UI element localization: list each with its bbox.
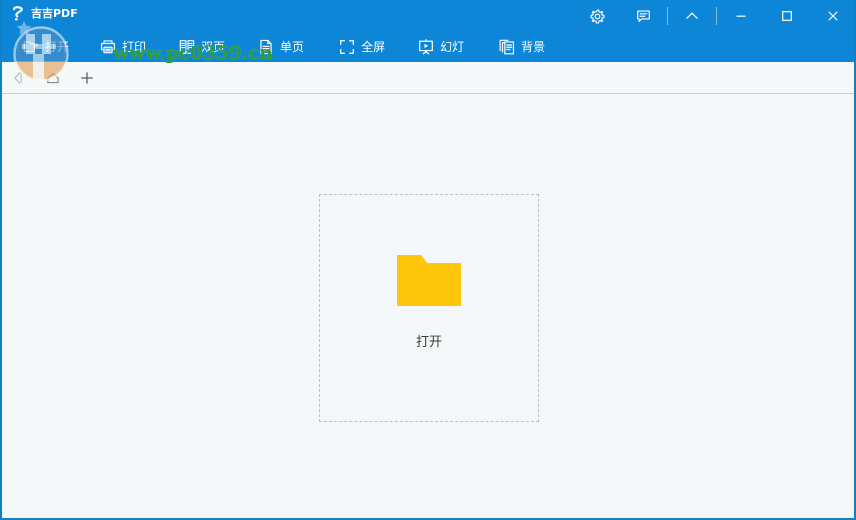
maximize-icon <box>782 11 792 21</box>
open-file-dropzone[interactable]: 打开 <box>319 194 539 422</box>
toolbar-item-dual-page[interactable]: 双页 <box>170 32 249 62</box>
one-page-icon <box>257 38 275 56</box>
toolbar-item-single-page-label: 单页 <box>280 40 305 54</box>
plus-icon <box>81 71 93 84</box>
two-page-icon <box>178 38 196 56</box>
toolbar-item-single-page[interactable]: 单页 <box>249 32 330 62</box>
toolbar-item-background[interactable]: 背景 <box>490 32 555 62</box>
toolbar-item-open-label: 打开 <box>45 40 70 54</box>
collapse-button[interactable] <box>669 0 715 32</box>
toolbar-item-slideshow-label: 幻灯 <box>440 40 465 54</box>
toolbar-item-print-label: 打印 <box>122 40 147 54</box>
minimize-icon <box>736 15 746 17</box>
close-icon <box>828 11 838 21</box>
window-controls-divider-2 <box>716 7 717 25</box>
toolbar-item-slideshow[interactable]: 幻灯 <box>409 32 490 62</box>
jiji-pdf-logo-icon <box>10 5 28 23</box>
brand: 吉吉PDF <box>10 4 78 24</box>
slideshow-icon <box>417 38 435 56</box>
back-button[interactable] <box>2 62 36 93</box>
main-toolbar: 打开 打印 双页 单页 全屏 幻灯 背景 <box>2 32 555 62</box>
home-icon <box>47 72 59 83</box>
window-title: 吉吉PDF <box>31 7 78 20</box>
background-layers-icon <box>498 38 516 56</box>
toolbar-item-print[interactable]: 打印 <box>91 32 170 62</box>
feedback-button[interactable] <box>620 0 666 32</box>
toolbar-item-fullscreen[interactable]: 全屏 <box>330 32 409 62</box>
toolbar-item-dual-page-label: 双页 <box>201 40 226 54</box>
toolbar-item-background-label: 背景 <box>521 40 546 54</box>
chevron-up-icon <box>686 12 698 19</box>
tab-navigation-bar <box>2 62 854 94</box>
home-button[interactable] <box>36 62 70 93</box>
maximize-button[interactable] <box>764 0 810 32</box>
window-controls-divider-1 <box>667 7 668 25</box>
chat-bubble-icon <box>636 9 650 22</box>
gear-icon <box>589 8 605 24</box>
back-arrow-icon <box>14 71 22 84</box>
minimize-button[interactable] <box>718 0 764 32</box>
document-workspace: 打开 <box>2 95 854 516</box>
toolbar-item-open[interactable]: 打开 <box>2 32 91 62</box>
app-window: 吉吉PDF 打开 打印 双页 单页 全屏 幻灯 背景 打开 www.pc0359… <box>0 0 856 520</box>
open-file-dropzone-label: 打开 <box>415 335 442 350</box>
fullscreen-icon <box>338 38 356 56</box>
title-bar: 吉吉PDF 打开 打印 双页 单页 全屏 幻灯 背景 <box>2 0 854 62</box>
new-tab-button[interactable] <box>70 62 104 93</box>
open-folder-icon <box>22 38 40 56</box>
settings-button[interactable] <box>574 0 620 32</box>
window-controls <box>574 0 854 32</box>
yellow-folder-icon <box>397 254 461 306</box>
printer-icon <box>99 38 117 56</box>
toolbar-item-fullscreen-label: 全屏 <box>361 40 386 54</box>
close-button[interactable] <box>810 0 854 32</box>
